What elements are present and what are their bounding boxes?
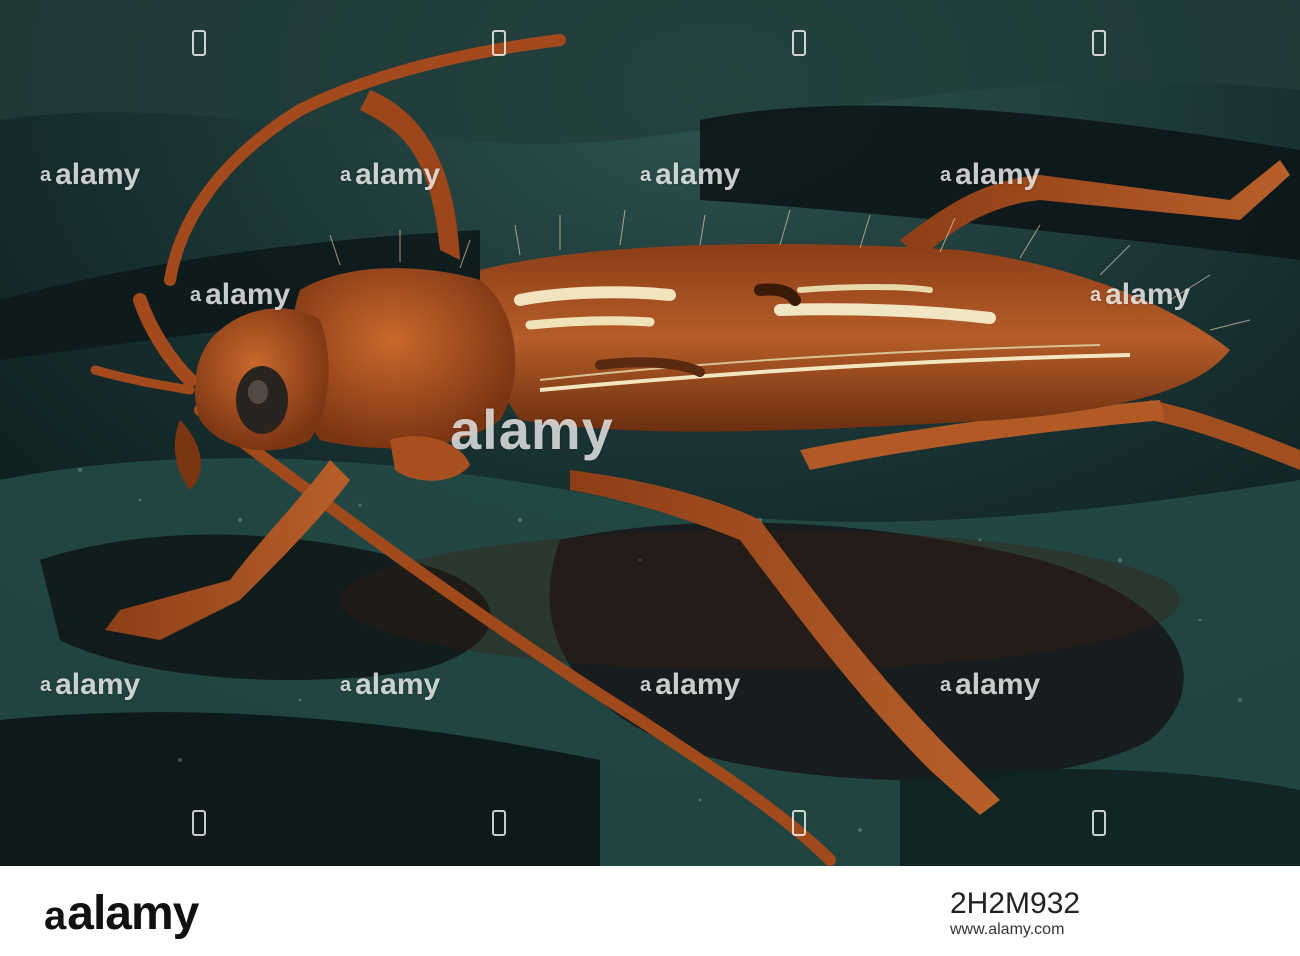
beetle-photo-illustration	[0, 0, 1300, 866]
watermark-mark	[1092, 810, 1106, 836]
alamy-logo-icon: a	[44, 894, 66, 938]
footer-credit: 2H2M932 www.alamy.com	[950, 866, 1300, 956]
watermark-mark	[792, 810, 806, 836]
watermark-mark	[492, 810, 506, 836]
watermark-mark	[192, 810, 206, 836]
footer-bar: aalamy 2H2M932 www.alamy.com	[0, 866, 1300, 956]
alamy-logo: aalamy	[44, 887, 199, 940]
watermark-mark	[192, 30, 206, 56]
photo: a alamy a alamy a alamy a alamy a alamy a alam…	[0, 0, 1300, 866]
watermark-mark	[792, 30, 806, 56]
footer-image-id: 2H2M932	[950, 887, 1081, 920]
footer-site: www.alamy.com	[950, 921, 1065, 938]
watermark-mark	[492, 30, 506, 56]
watermark-mark	[1092, 30, 1106, 56]
